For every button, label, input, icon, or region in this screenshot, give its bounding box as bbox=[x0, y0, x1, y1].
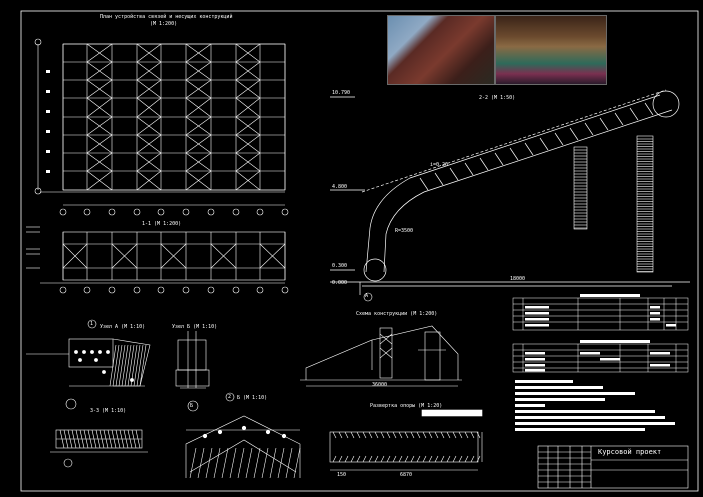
title-block-stamp: Курсовой проект bbox=[598, 448, 662, 456]
plan-scale: (M 1:200) bbox=[150, 21, 178, 27]
slope-label: i=0.26 bbox=[430, 162, 449, 168]
truss-side-dimension: 150 bbox=[337, 472, 347, 478]
node-marker-b: Б bbox=[190, 403, 194, 409]
section-1-1-title: 1-1 (M 1:200) bbox=[142, 221, 182, 227]
node-a-title: Узел А (M 1:10) bbox=[100, 324, 146, 330]
section-3-3-title: 3-3 (M 1:10) bbox=[90, 408, 127, 414]
building-interior-photo bbox=[495, 15, 607, 85]
node-marker-a: А bbox=[365, 293, 369, 299]
height-mark-top: 10.790 bbox=[332, 90, 351, 96]
section-b-title: Б (M 1:10) bbox=[237, 395, 268, 401]
node-marker-2: 2 bbox=[228, 394, 232, 400]
truss-title: Развертка опоры (M 1:20) bbox=[370, 403, 443, 409]
frame-span-dimension: 36000 bbox=[372, 382, 388, 388]
radius-label: R=3500 bbox=[395, 228, 414, 234]
span-dimension: 18000 bbox=[510, 276, 526, 282]
column-detail-2 bbox=[636, 135, 654, 273]
height-mark-mid: 4.800 bbox=[332, 184, 348, 190]
node-b-title: Узел Б (M 1:10) bbox=[172, 324, 218, 330]
section-2-2-title: 2-2 (M 1:50) bbox=[479, 95, 516, 101]
node-marker-1: 1 bbox=[90, 321, 94, 327]
truss-dimension: 6870 bbox=[400, 472, 413, 478]
frame-scheme-title: Схема конструкции (M 1:200) bbox=[356, 311, 438, 317]
building-exterior-photo bbox=[387, 15, 495, 85]
height-mark-low: 0.300 bbox=[332, 263, 348, 269]
plan-title: План устройства связей и несущих констру… bbox=[100, 14, 233, 20]
height-mark-zero: 0.000 bbox=[332, 280, 348, 286]
